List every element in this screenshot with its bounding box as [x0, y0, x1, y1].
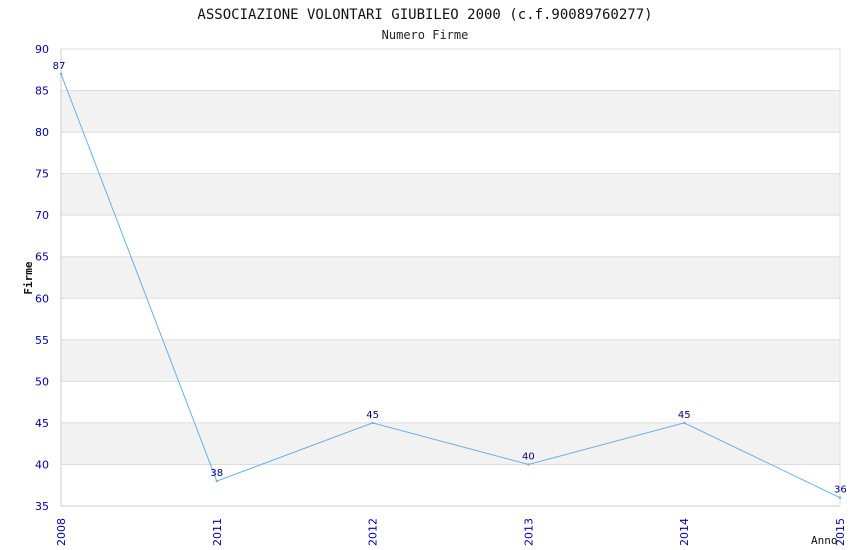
data-label: 36: [834, 485, 847, 496]
data-point: [215, 479, 218, 483]
y-tick-label: 90: [35, 43, 49, 56]
x-tick-label: 2014: [678, 518, 691, 546]
y-tick-labels: 35 40 45 50 55 60 65 70 75 80 85 90: [35, 43, 49, 513]
grid-band: [61, 256, 840, 299]
y-tick-label: 50: [35, 375, 49, 388]
data-label: 45: [678, 410, 691, 421]
y-tick-label: 65: [35, 251, 49, 264]
data-point: [527, 463, 530, 466]
x-tick-label: 2013: [522, 518, 535, 546]
grid-band: [61, 173, 840, 216]
data-label: 38: [210, 468, 223, 479]
data-point: [838, 496, 842, 499]
y-tick-label: 60: [35, 292, 49, 305]
y-tick-label: 45: [35, 417, 49, 430]
y-tick-label: 55: [35, 334, 49, 347]
y-tick-label: 85: [35, 85, 49, 98]
x-tick-label: 2008: [55, 518, 68, 546]
background-bands: [61, 90, 840, 465]
y-tick-label: 35: [35, 500, 49, 513]
y-tick-label: 75: [35, 168, 49, 181]
data-point: [59, 72, 63, 76]
x-tick-label: 2011: [211, 518, 224, 546]
data-label: 87: [53, 61, 66, 72]
data-label: 45: [366, 410, 379, 421]
y-tick-label: 80: [35, 126, 49, 139]
y-tick-label: 40: [35, 458, 49, 471]
data-label: 40: [522, 451, 535, 462]
x-tick-label: 2012: [367, 518, 380, 546]
grid-band: [61, 90, 840, 133]
chart-title: ASSOCIAZIONE VOLONTARI GIUBILEO 2000 (c.…: [197, 7, 652, 23]
line-chart: 35 40 45 50 55 60 65 70 75 80 85 90 2008 2011 2012 201…: [22, 7, 847, 547]
grid-band: [61, 339, 840, 382]
x-tick-labels: 2008 2011 2012 2013 2014 2015: [55, 518, 847, 546]
data-point: [683, 421, 686, 425]
x-axis-label: Anno: [811, 534, 838, 547]
y-tick-label: 70: [35, 209, 49, 222]
data-point: [371, 421, 374, 425]
chart-subtitle: Numero Firme: [382, 28, 469, 42]
y-axis-label: Firme: [22, 261, 35, 294]
